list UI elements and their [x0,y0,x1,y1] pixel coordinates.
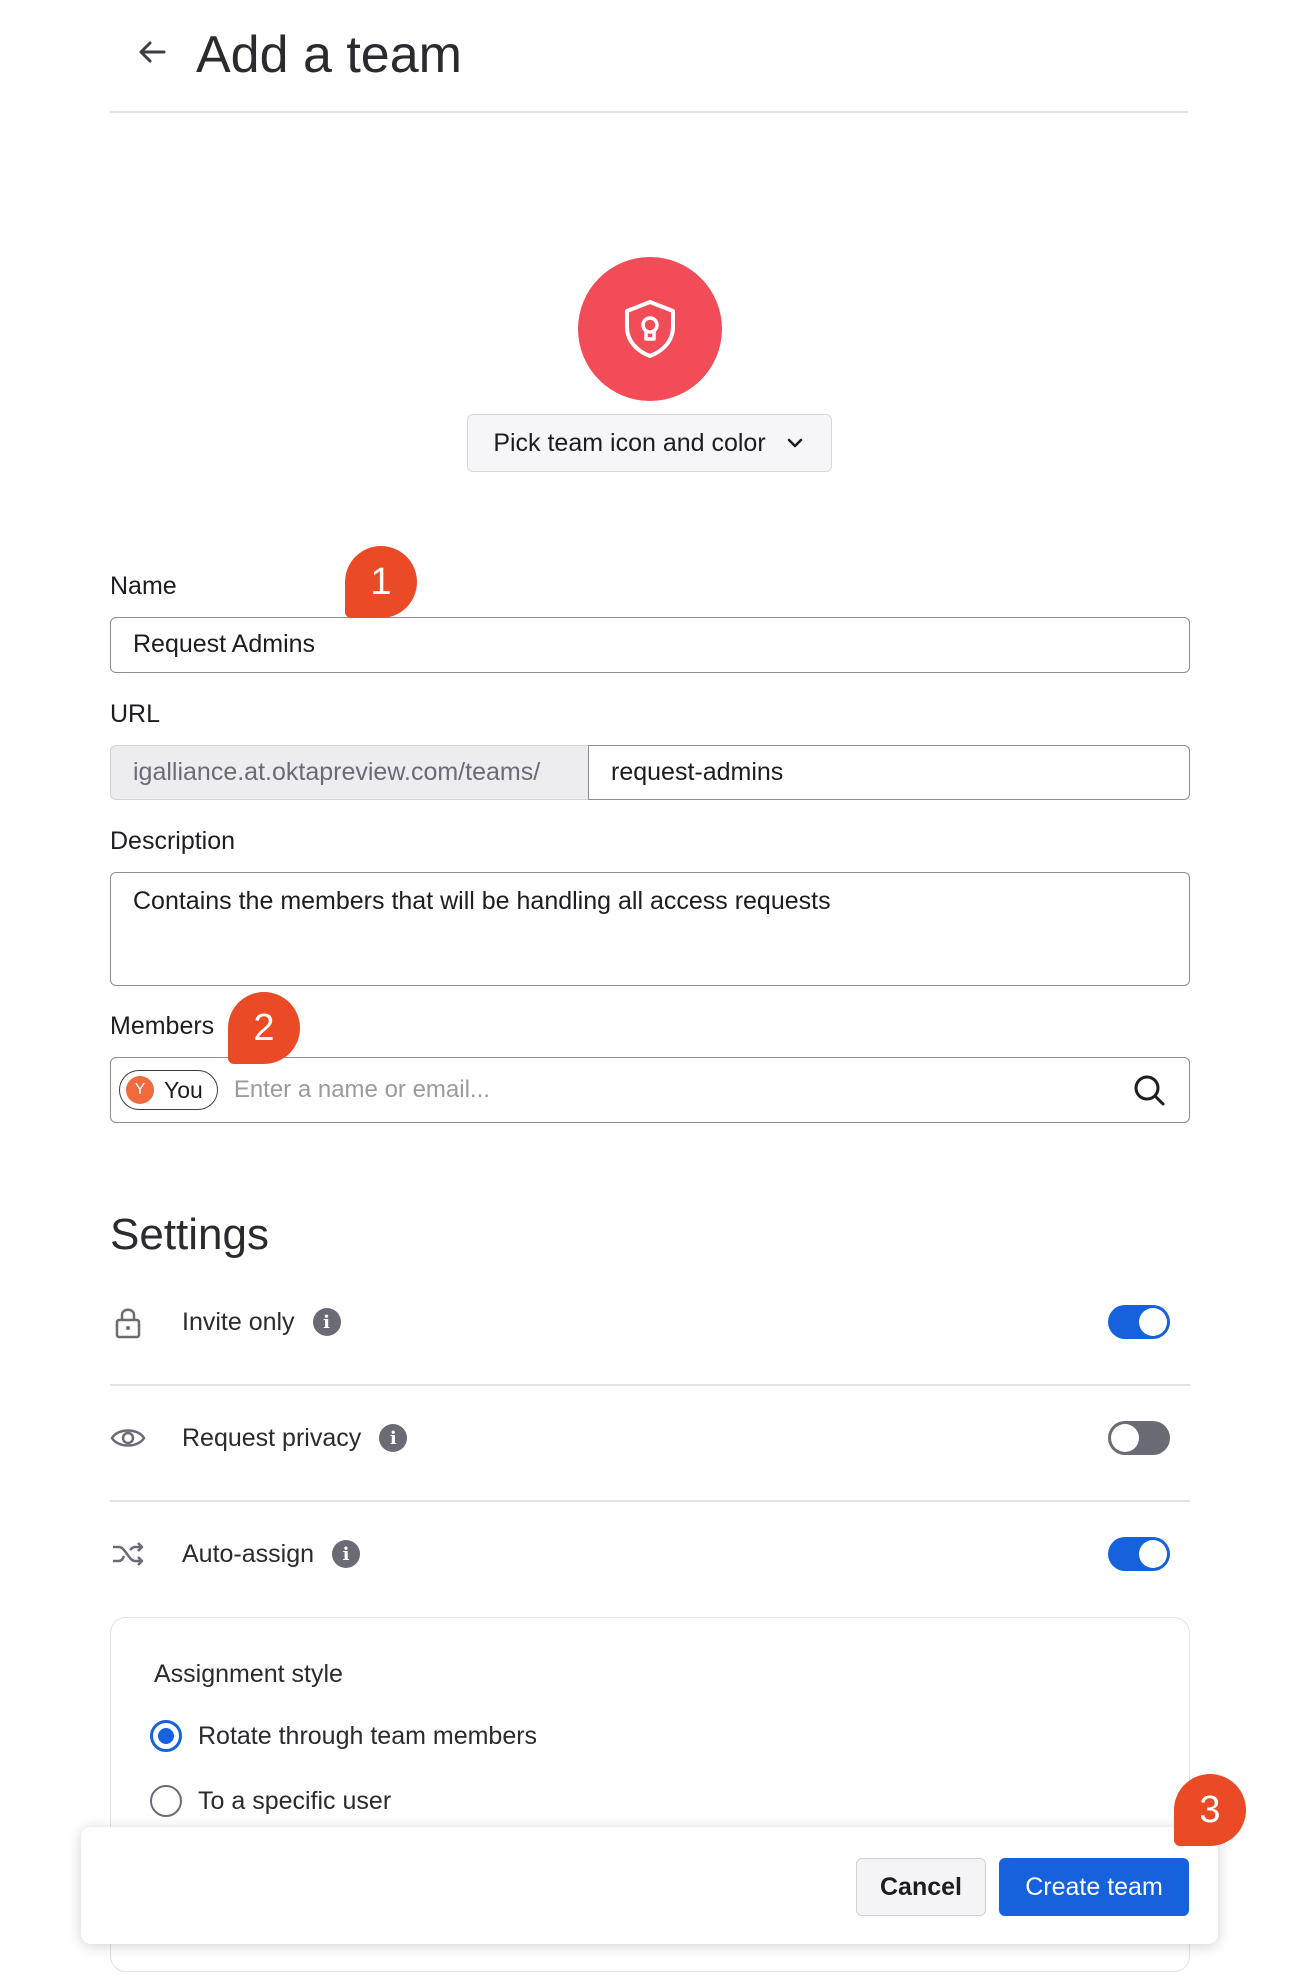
auto-assign-toggle[interactable] [1108,1537,1170,1571]
step-marker-2: 2 [228,992,300,1064]
members-field: Y You [110,1057,1190,1123]
radio-rotate[interactable]: Rotate through team members [150,1720,537,1752]
url-slug-input[interactable]: request-admins [588,745,1190,800]
description-textarea[interactable]: Contains the members that will be handli… [110,872,1190,986]
members-search-input[interactable] [231,1075,1131,1105]
members-label: Members [110,1012,215,1040]
pick-icon-color-label: Pick team icon and color [493,428,766,457]
back-arrow-icon[interactable] [130,30,174,74]
lock-icon [115,1308,141,1339]
settings-divider [110,1384,1190,1386]
shuffle-icon [113,1542,144,1566]
url-label: URL [110,700,161,728]
step-marker-3: 3 [1174,1774,1246,1846]
settings-divider [110,1500,1190,1502]
radio-label: To a specific user [198,1786,392,1815]
url-prefix: igalliance.at.oktapreview.com/teams/ [110,745,588,800]
eye-icon [110,1429,146,1447]
setting-auto-assign: Auto-assign i [110,1514,1190,1594]
setting-invite-only: Invite only i [110,1282,1190,1362]
cancel-button[interactable]: Cancel [856,1858,986,1916]
page-title: Add a team [196,26,462,84]
member-chip-you[interactable]: Y You [119,1070,218,1110]
invite-only-toggle[interactable] [1108,1305,1170,1339]
setting-label: Auto-assign [182,1539,315,1568]
info-icon[interactable]: i [332,1540,361,1568]
header-divider [110,111,1188,113]
shield-lock-icon [625,300,675,358]
radio-button[interactable] [150,1785,182,1817]
pick-icon-color-button[interactable]: Pick team icon and color [467,414,832,472]
description-label: Description [110,827,236,855]
member-chip-label: You [164,1076,203,1103]
chevron-down-icon [787,438,802,448]
setting-request-privacy: Request privacy i [110,1398,1190,1478]
radio-button[interactable] [150,1720,182,1752]
name-label: Name [110,572,177,600]
info-icon[interactable]: i [379,1424,408,1452]
settings-heading: Settings [110,1210,269,1259]
name-input[interactable]: Request Admins [110,617,1190,673]
assignment-style-title: Assignment style [154,1660,343,1688]
radio-label: Rotate through team members [198,1721,538,1750]
request-privacy-toggle[interactable] [1108,1421,1170,1455]
create-team-button[interactable]: Create team [999,1858,1189,1916]
member-avatar: Y [126,1076,154,1104]
setting-label: Request privacy [182,1423,362,1452]
radio-specific-user[interactable]: To a specific user [150,1785,391,1817]
setting-label: Invite only [182,1307,295,1336]
team-avatar [578,257,722,401]
step-marker-1: 1 [345,546,417,618]
info-icon[interactable]: i [312,1308,341,1336]
search-icon[interactable] [1131,1072,1167,1108]
